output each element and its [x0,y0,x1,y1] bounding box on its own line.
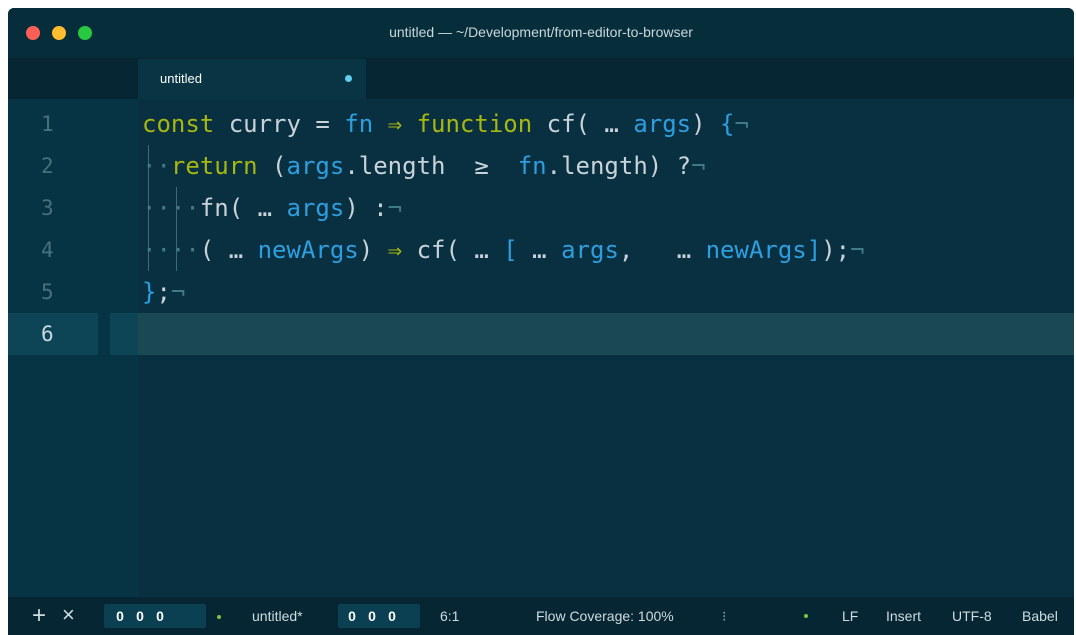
code-token: ¬ [734,110,749,138]
info-count: 0 [388,608,396,624]
info-count: 0 [156,608,164,624]
code-token: ⇒ [387,110,403,138]
line-number[interactable]: 4 [8,229,131,271]
code-token: , [618,236,663,264]
code-token: ≥ [445,152,518,180]
tab-label: untitled [160,71,202,86]
code-token: … [214,236,258,264]
code-line[interactable]: const curry = fn ⇒ function cf( … args) … [142,103,749,145]
modified-dot-icon[interactable] [345,75,352,82]
code-token: const [142,110,215,138]
code-token: ) [691,110,721,138]
add-terminal-button[interactable]: + [32,602,46,630]
warning-count: 0 [368,608,376,624]
line-ending[interactable]: LF [842,608,858,624]
tab-untitled[interactable]: untitled [138,59,366,99]
line-number[interactable]: 2 [8,145,131,187]
code-token: fn( [199,194,244,222]
code-line[interactable]: };¬ [142,271,185,313]
line-number-gutter[interactable]: 1 2 3 4 5 6 [8,99,138,597]
code-line[interactable]: ··return (args.length ≥ fn.length) ?¬ [142,145,706,187]
code-token: = [300,110,345,138]
editor-mode[interactable]: Insert [886,608,921,624]
spinner-icon: ⁝ [722,608,727,624]
code-token: ¬ [387,194,403,222]
code-token: ···· [142,194,200,222]
code-token: .length [344,152,446,180]
window-title: untitled — ~/Development/from-editor-to-… [389,24,693,40]
tab-bar: untitled [8,59,1074,99]
code-token: … [243,194,287,222]
code-token: curry [228,110,301,138]
code-token: args [561,236,619,264]
file-name[interactable]: untitled* [252,608,303,624]
status-dot-icon [804,614,808,618]
title-bar: untitled — ~/Development/from-editor-to-… [8,8,1074,59]
code-token: ) ? [647,152,692,180]
status-bar: + × 000 untitled* 000 6:1 Flow Coverage:… [8,597,1074,635]
code-token: args [286,152,345,180]
code-token: newArgs [705,236,807,264]
code-token: ); [821,236,851,264]
code-token: function [416,110,533,138]
code-token: [ [503,236,518,264]
code-token: ¬ [691,152,706,180]
flow-coverage[interactable]: Flow Coverage: 100% [536,608,674,624]
linter-counts-right[interactable]: 000 [338,604,420,628]
code-token: ( [257,152,287,180]
code-token: ¬ [170,278,186,306]
code-token: ] [806,236,822,264]
code-token: … [589,110,634,138]
close-icon[interactable]: × [62,602,75,628]
code-token: .length [546,152,648,180]
code-token: ) : [344,194,388,222]
code-token: cf( [402,236,460,264]
code-token: return [170,152,258,180]
grammar-selector[interactable]: Babel [1022,608,1058,624]
code-token: fn [344,110,374,138]
error-count: 0 [348,608,356,624]
file-encoding[interactable]: UTF-8 [952,608,992,624]
line-number[interactable]: 3 [8,187,131,229]
code-token: fn [517,152,547,180]
warning-count: 0 [136,608,144,624]
code-token: args [286,194,345,222]
status-dot-icon [217,615,221,619]
code-token: ; [156,278,171,306]
code-line[interactable]: ····fn( … args) :¬ [142,187,402,229]
code-line[interactable]: ····( … newArgs) ⇒ cf( … [ … args, … new… [142,229,865,271]
active-line-highlight [138,313,1074,355]
cursor-position[interactable]: 6:1 [440,608,459,624]
code-token: ) [358,236,388,264]
editor-window: untitled — ~/Development/from-editor-to-… [8,8,1074,635]
linter-counts-left[interactable]: 000 [104,604,206,628]
code-token: … [662,236,706,264]
code-token: ( [199,236,215,264]
code-token: ·· [142,152,171,180]
line-number[interactable]: 5 [8,271,131,313]
code-token: newArgs [257,236,359,264]
code-token: cf( [532,110,590,138]
code-token: … [517,236,562,264]
code-token: { [720,110,735,138]
code-token: } [142,278,157,306]
error-count: 0 [116,608,124,624]
code-token: ···· [142,236,200,264]
editor-pane[interactable]: 1 2 3 4 5 6 const curry = fn ⇒ function … [8,99,1074,597]
code-area[interactable]: const curry = fn ⇒ function cf( … args) … [138,99,1074,597]
line-number-active[interactable]: 6 [8,313,131,355]
line-number[interactable]: 1 [8,103,131,145]
code-token: … [459,236,504,264]
code-token: args [633,110,692,138]
code-token: ¬ [850,236,865,264]
code-token: ⇒ [387,236,403,264]
